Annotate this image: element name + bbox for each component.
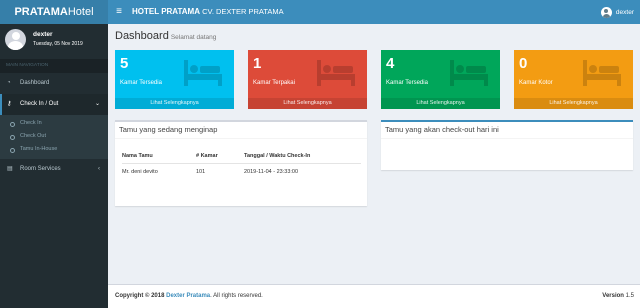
info-box-more-link[interactable]: Lihat Selengkapnya <box>248 98 367 109</box>
info-box-value: 4 <box>386 55 395 72</box>
brand-logo[interactable]: PRATAMAHotel <box>0 0 108 24</box>
main-content: Dashboard Selamat datang 5 Kamar Tersedia… <box>108 24 640 284</box>
brand-normal: Hotel <box>67 6 94 18</box>
sidebar-item-label: Check In / Out <box>20 101 59 107</box>
page-title: Dashboard Selamat datang <box>115 30 216 42</box>
bed-icon <box>184 60 222 86</box>
sidebar-toggle-icon[interactable]: ≡ <box>112 0 126 24</box>
chevron-down-icon: ⌄ <box>94 101 100 107</box>
bed-icon <box>317 60 355 86</box>
sidebar-item-label: Dashboard <box>20 80 50 86</box>
bed-icon <box>450 60 488 86</box>
table-header-row: Nama Tamu # Kamar Tanggal / Waktu Check-… <box>122 149 361 164</box>
footer-company-link[interactable]: Dexter Pratama <box>166 293 210 299</box>
sidebar-item-label: Room Services <box>20 166 61 172</box>
table-row: Mr. deni devito 101 2019-11-04 - 23:33:0… <box>122 163 361 181</box>
info-box-available-rooms: 5 Kamar Tersedia Lihat Selengkapnya <box>115 50 234 109</box>
page-title-text: Dashboard <box>115 30 169 42</box>
info-box-more-link[interactable]: Lihat Selengkapnya <box>514 98 633 109</box>
sidebar-item-room-services[interactable]: ▤ Room Services ‹ <box>0 159 108 180</box>
top-navbar: PRATAMAHotel ≡ HOTEL PRATAMA CV. DEXTER … <box>0 0 640 24</box>
info-box-available-rooms-2: 4 Kamar Tersedia Lihat Selengkapnya <box>381 50 500 109</box>
sidebar-item-dashboard[interactable]: ◔ Dashboard <box>0 73 108 94</box>
table-cell: 101 <box>196 169 206 176</box>
info-box-label: Kamar Tersedia <box>120 80 162 86</box>
chevron-left-icon: ‹ <box>98 166 100 172</box>
guests-table: Nama Tamu # Kamar Tanggal / Waktu Check-… <box>122 149 361 181</box>
bed-icon <box>583 60 621 86</box>
sidebar: dexter Tuesday, 05 Nov 2019 MAIN NAVIGAT… <box>0 24 108 308</box>
version-number: 1.5 <box>625 293 634 299</box>
table-cell: Mr. deni devito <box>122 169 158 176</box>
info-box-dirty-rooms: 0 Kamar Kotor Lihat Selengkapnya <box>514 50 633 109</box>
sidebar-subitem-check-out[interactable]: Check Out <box>0 130 108 143</box>
info-box-label: Kamar Tersedia <box>386 80 428 86</box>
app-title: HOTEL PRATAMA CV. DEXTER PRATAMA <box>132 0 284 24</box>
card-title: Tamu yang sedang menginap <box>115 122 367 139</box>
info-box-label: Kamar Kotor <box>519 80 553 86</box>
info-box-more-link[interactable]: Lihat Selengkapnya <box>115 98 234 109</box>
card-title: Tamu yang akan check-out hari ini <box>381 122 633 139</box>
sidebar-user-date: Tuesday, 05 Nov 2019 <box>33 41 83 47</box>
info-box-label: Kamar Terpakai <box>253 80 295 86</box>
footer-copy-text: Copyright © 2018 <box>115 293 167 299</box>
footer-copyright: Copyright © 2018 Dexter Pratama <box>115 293 210 299</box>
column-header: # Kamar <box>196 149 244 164</box>
column-header: Tanggal / Waktu Check-In <box>244 149 361 164</box>
sidebar-user-name: dexter <box>33 31 53 38</box>
info-box-value: 5 <box>120 55 129 72</box>
list-icon: ▤ <box>7 166 13 172</box>
footer-rights: . All rights reserved. <box>210 293 263 299</box>
user-panel: dexter Tuesday, 05 Nov 2019 <box>0 24 108 56</box>
sidebar-item-check-in-out[interactable]: ⚷ Check In / Out ⌄ <box>0 94 108 115</box>
column-header: Nama Tamu <box>122 149 196 164</box>
page-footer: Copyright © 2018 Dexter Pratama. All rig… <box>108 284 640 308</box>
info-box-more-link[interactable]: Lihat Selengkapnya <box>381 98 500 109</box>
brand-bold: PRATAMA <box>14 6 68 18</box>
sidebar-header: MAIN NAVIGATION <box>0 59 108 73</box>
info-box-occupied-rooms: 1 Kamar Terpakai Lihat Selengkapnya <box>248 50 367 109</box>
key-icon: ⚷ <box>7 101 12 107</box>
info-box-value: 1 <box>253 55 262 72</box>
version-label: Version <box>602 293 624 299</box>
guests-in-house-card: Tamu yang sedang menginap Nama Tamu # Ka… <box>115 120 367 206</box>
user-menu[interactable]: dexter <box>600 0 634 24</box>
page-subtitle: Selamat datang <box>170 34 217 41</box>
sidebar-avatar-icon <box>5 29 26 50</box>
speedometer-icon: ◔ <box>7 80 11 86</box>
user-menu-name: dexter <box>615 8 634 16</box>
info-box-value: 0 <box>519 55 528 72</box>
submenu-check-in-out: Check In Check Out Tamu In-House <box>0 115 108 159</box>
version-info: Version 1.5 <box>602 285 634 308</box>
sidebar-subitem-tamu-in-house[interactable]: Tamu In-House <box>0 143 108 156</box>
app-title-rest: CV. DEXTER PRATAMA <box>200 7 284 16</box>
user-avatar-icon <box>600 6 612 18</box>
app-title-bold: HOTEL PRATAMA <box>132 7 200 16</box>
table-cell: 2019-11-04 - 23:33:00 <box>244 169 299 176</box>
sidebar-subitem-check-in[interactable]: Check In <box>0 117 108 130</box>
checkout-today-card: Tamu yang akan check-out hari ini <box>381 120 633 170</box>
